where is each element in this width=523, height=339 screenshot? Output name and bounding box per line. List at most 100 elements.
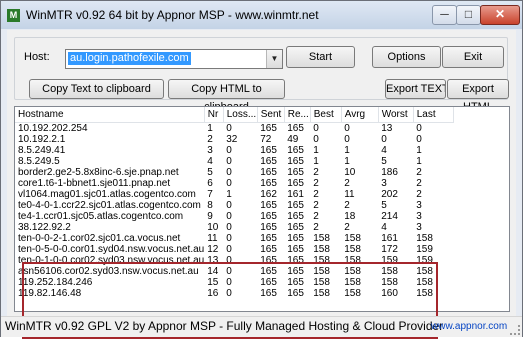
table-cell: 161 [381,233,398,244]
table-cell: 1 [207,123,213,134]
table-cell: 0 [344,134,350,145]
table-row[interactable]: border2.ge2-5.8x8inc-6.sje.pnap.net 5 0 165… [15,167,453,178]
table-cell: 158 [344,233,361,244]
table-cell: 8.5.249.5 [18,156,60,167]
column-header-avrg[interactable]: Avrg [341,107,379,123]
column-header-best[interactable]: Best [310,107,342,123]
table-cell: 0 [416,134,422,145]
table-row[interactable]: te0-4-0-1.ccr22.sjc01.atlas.cogentco.com… [15,200,453,211]
status-link[interactable]: www.appnor.com [431,321,507,332]
start-button[interactable]: Start [286,46,355,68]
table-cell: 0 [226,244,232,255]
chevron-down-icon[interactable]: ▼ [266,50,282,68]
table-cell: 9 [207,211,213,222]
window-title: WinMTR v0.92 64 bit by Appnor MSP - www.… [26,8,319,22]
table-cell: 165 [260,200,277,211]
table-cell: 0 [226,156,232,167]
table-row[interactable]: ten-0-5-0-0.cor01.syd04.nsw.vocus.net.au… [15,244,453,255]
table-row[interactable]: core1.t6-1-bbnet1.sje011.pnap.net 6 0 165 16… [15,178,453,189]
client-area: Host: au.login.pathofexile.com ▼ Start O… [7,30,516,339]
table-cell: 165 [260,211,277,222]
table-row[interactable]: 8.5.249.41 3 0 165 165 1 1 4 1 [15,145,453,156]
maximize-button[interactable]: □ [456,5,481,25]
table-cell: 10.192.202.254 [18,123,88,134]
table-cell: 1 [313,156,319,167]
table-cell: 165 [287,123,304,134]
table-cell: 165 [287,178,304,189]
resize-grip-icon[interactable] [510,325,520,335]
table-cell: 162 [260,189,277,200]
minimize-button[interactable]: ─ [432,5,457,25]
table-cell: 0 [226,222,232,233]
copy-text-button[interactable]: Copy Text to clipboard [29,79,164,99]
table-row[interactable]: 38.122.92.2 10 0 165 165 2 2 4 3 [15,222,453,233]
table-cell: 1 [416,156,422,167]
table-cell: 0 [313,123,319,134]
table-cell: 165 [287,200,304,211]
table-cell: 2 [344,178,350,189]
column-header-recv[interactable]: Re... [284,107,311,123]
table-cell: 3 [381,178,387,189]
table-cell: 165 [260,244,277,255]
table-cell: core1.t6-1-bbnet1.sje011.pnap.net [18,178,171,189]
column-header-nr[interactable]: Nr [204,107,224,123]
table-cell: 8 [207,200,213,211]
column-header-sent[interactable]: Sent [257,107,285,123]
table-cell: 4 [207,156,213,167]
table-cell: 8.5.249.41 [18,145,66,156]
export-html-button[interactable]: Export HTML [447,79,509,113]
table-cell: 158 [344,244,361,255]
table-cell: 6 [207,178,213,189]
table-row[interactable]: 10.192.2.1 2 32 72 49 0 0 0 0 [15,134,453,145]
table-cell: 11 [344,189,355,200]
controls-group: Host: au.login.pathofexile.com ▼ Start O… [14,37,509,113]
table-cell: 0 [381,134,387,145]
table-cell: 3 [416,222,422,233]
column-header-hostname[interactable]: Hostname [15,107,205,123]
table-cell: 165 [260,222,277,233]
table-cell: 161 [287,189,304,200]
table-cell: 159 [416,244,433,255]
table-row[interactable]: 10.192.202.254 1 0 165 165 0 0 13 0 [15,123,453,135]
status-text: WinMTR v0.92 GPL V2 by Appnor MSP - Full… [5,319,444,333]
table-row[interactable]: te4-1.ccr01.sjc05.atlas.cogentco.com 9 0 16… [15,211,453,222]
table-cell: 165 [260,233,277,244]
table-cell: 165 [260,145,277,156]
title-bar[interactable]: M WinMTR v0.92 64 bit by Appnor MSP - ww… [1,1,522,29]
column-header-worst[interactable]: Worst [378,107,414,123]
table-cell: 2 [313,189,319,200]
close-button[interactable]: ✕ [480,5,520,25]
table-row[interactable]: ten-0-0-2-1.cor02.sjc01.ca.vocus.net 11 0 1… [15,233,453,244]
exit-button[interactable]: Exit [442,46,504,68]
table-header: Hostname Nr Loss... Sent Re... Best Avrg… [15,107,454,123]
table-cell: 4 [381,145,387,156]
column-header-loss[interactable]: Loss... [223,107,258,123]
table-cell: 1 [416,145,422,156]
host-combobox[interactable]: au.login.pathofexile.com ▼ [65,49,283,69]
table-cell: 10.192.2.1 [18,134,66,145]
table-cell: 158 [313,233,330,244]
table-cell: 186 [381,167,398,178]
table-cell: 1 [344,145,350,156]
table-row[interactable]: vl1064.mag01.sjc01.atlas.cogentco.com 7 1 1… [15,189,453,200]
table-cell: 165 [287,156,304,167]
export-text-button[interactable]: Export TEXT [385,79,446,99]
table-cell: 2 [344,222,350,233]
table-cell: 165 [287,244,304,255]
copy-html-button[interactable]: Copy HTML to clipboard [168,79,285,113]
table-cell: 11 [207,233,218,244]
table-cell: 165 [287,211,304,222]
host-input[interactable]: au.login.pathofexile.com [68,52,191,65]
table-cell: 2 [313,222,319,233]
table-cell: 2 [416,167,422,178]
table-cell: 0 [226,200,232,211]
table-cell: 0 [344,123,350,134]
table-cell: 2 [344,200,350,211]
table-cell: 1 [226,189,232,200]
options-button[interactable]: Options [372,46,441,68]
table-row[interactable]: 8.5.249.5 4 0 165 165 1 1 5 1 [15,156,453,167]
table-cell: 0 [416,123,422,134]
column-header-last[interactable]: Last [413,107,454,123]
table-cell: 13 [381,123,393,134]
table-cell: 4 [381,222,387,233]
